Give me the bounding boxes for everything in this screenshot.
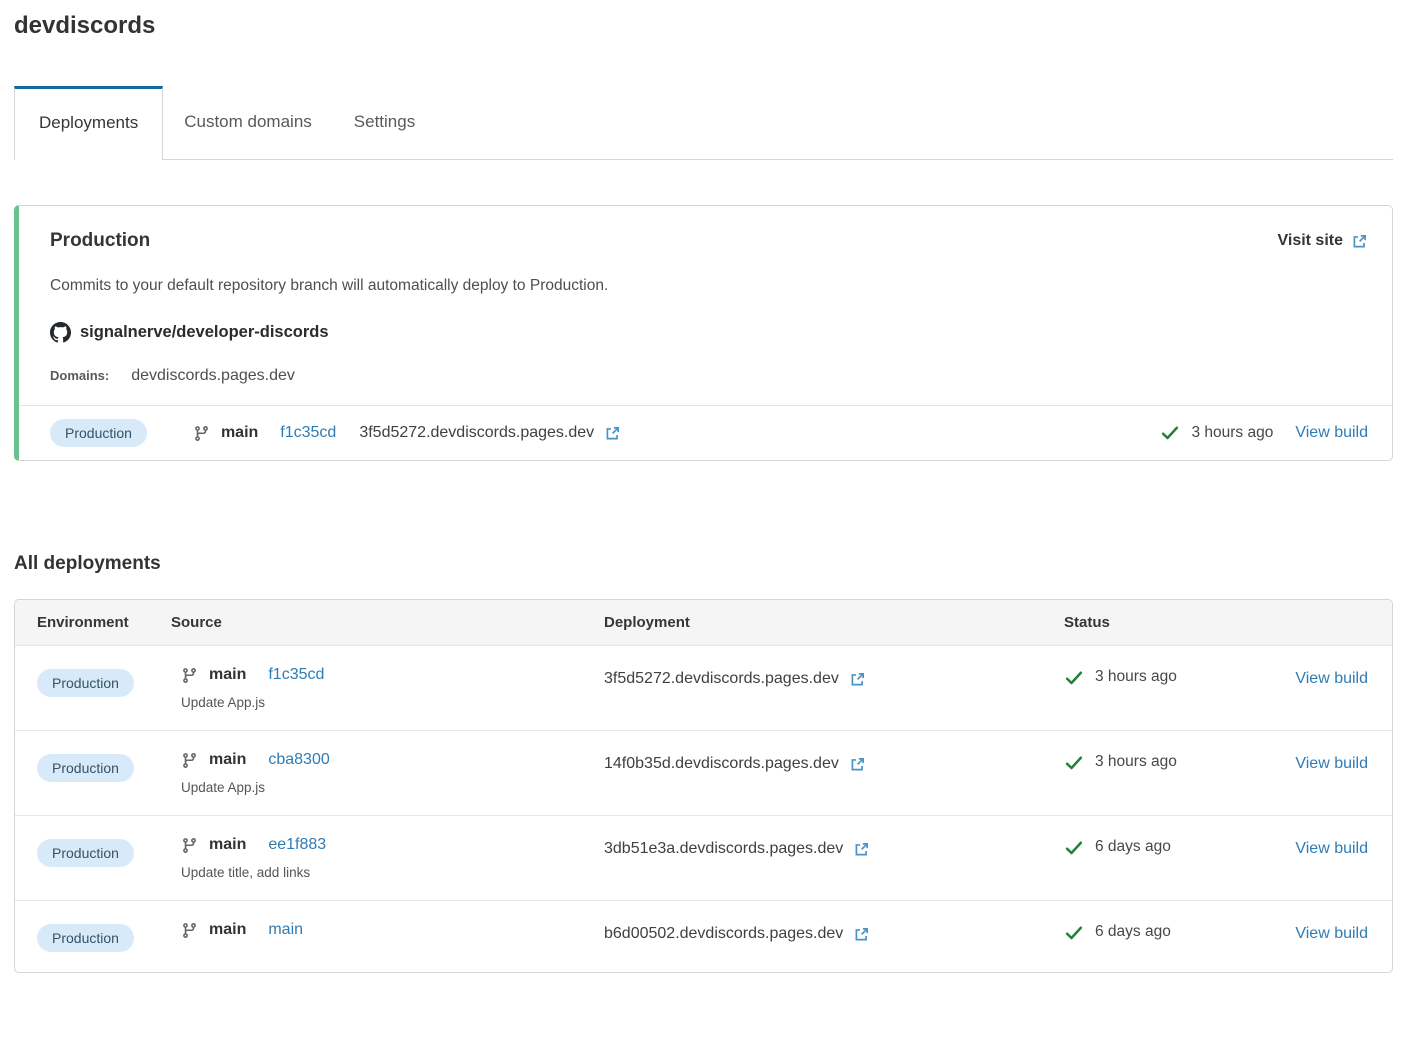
- deployments-table-body: Production main f1c35cd Update App.js 3f…: [15, 646, 1392, 972]
- pages-project-page: devdiscords Deployments Custom domains S…: [0, 0, 1413, 973]
- deployment-url-link[interactable]: b6d00502.devdiscords.pages.dev: [604, 925, 843, 943]
- domains-label: Domains:: [50, 368, 109, 383]
- view-build-link[interactable]: View build: [1295, 925, 1368, 942]
- deployments-table: Environment Source Deployment Status Pro…: [14, 599, 1393, 973]
- view-build-link[interactable]: View build: [1295, 840, 1368, 857]
- external-link-icon: [853, 841, 870, 858]
- visit-site-label: Visit site: [1277, 232, 1343, 250]
- tab-custom-domains[interactable]: Custom domains: [163, 86, 333, 159]
- check-icon: [1064, 668, 1084, 688]
- git-branch-icon: [181, 837, 198, 854]
- check-icon: [1064, 923, 1084, 943]
- git-branch-icon: [193, 425, 210, 442]
- deployment-url-link[interactable]: 14f0b35d.devdiscords.pages.dev: [604, 755, 839, 773]
- external-link-icon: [849, 756, 866, 773]
- commit-message: Update title, add links: [181, 865, 604, 880]
- external-link-icon: [849, 671, 866, 688]
- commit-link[interactable]: main: [268, 921, 303, 939]
- status-time: 6 days ago: [1095, 838, 1171, 856]
- environment-badge: Production: [37, 924, 134, 952]
- column-header-status: Status: [1064, 614, 1271, 631]
- external-link-icon: [604, 425, 621, 442]
- production-description: Commits to your default repository branc…: [50, 277, 1368, 295]
- branch-name: main: [209, 921, 246, 939]
- status-time: 3 hours ago: [1095, 753, 1177, 771]
- status-time: 3 hours ago: [1095, 668, 1177, 686]
- production-card: Production Visit site Commits to your de…: [14, 205, 1393, 461]
- visit-site-link[interactable]: Visit site: [1277, 232, 1368, 250]
- check-icon: [1160, 423, 1180, 443]
- view-build-link[interactable]: View build: [1295, 424, 1368, 442]
- production-card-title: Production: [50, 230, 150, 252]
- environment-badge: Production: [37, 754, 134, 782]
- table-row: Production main cba8300 Update App.js 14…: [15, 731, 1392, 816]
- github-icon: [50, 322, 71, 343]
- environment-badge: Production: [37, 669, 134, 697]
- column-header-action: [1271, 614, 1368, 631]
- commit-link[interactable]: f1c35cd: [268, 666, 324, 684]
- tab-deployments[interactable]: Deployments: [14, 86, 163, 160]
- production-deployment-row: Production main f1c35cd 3f5d5272.devdisc…: [19, 405, 1392, 460]
- all-deployments-heading: All deployments: [14, 553, 1393, 575]
- commit-message: Update App.js: [181, 780, 604, 795]
- external-link-icon: [1351, 233, 1368, 250]
- page-title: devdiscords: [14, 10, 1393, 40]
- status-time: 6 days ago: [1095, 923, 1171, 941]
- branch-name: main: [209, 836, 246, 854]
- check-icon: [1064, 753, 1084, 773]
- tab-bar: Deployments Custom domains Settings: [14, 86, 1393, 160]
- branch-name: main: [209, 666, 246, 684]
- table-row: Production main ee1f883 Update title, ad…: [15, 816, 1392, 901]
- branch-name: main: [209, 751, 246, 769]
- commit-link[interactable]: f1c35cd: [280, 424, 336, 442]
- check-icon: [1064, 838, 1084, 858]
- deployment-url-link[interactable]: 3f5d5272.devdiscords.pages.dev: [604, 670, 839, 688]
- git-branch-icon: [181, 667, 198, 684]
- column-header-source: Source: [171, 614, 604, 631]
- commit-link[interactable]: ee1f883: [268, 836, 326, 854]
- column-header-environment: Environment: [37, 614, 171, 631]
- repo-link[interactable]: signalnerve/developer-discords: [80, 323, 329, 342]
- git-branch-icon: [181, 922, 198, 939]
- branch-name: main: [221, 424, 258, 442]
- external-link-icon: [853, 926, 870, 943]
- tab-settings[interactable]: Settings: [333, 86, 436, 159]
- commit-message: Update App.js: [181, 695, 604, 710]
- table-row: Production main f1c35cd Update App.js 3f…: [15, 646, 1392, 731]
- table-row: Production main main b6d00502.devdiscord…: [15, 901, 1392, 972]
- environment-badge: Production: [37, 839, 134, 867]
- git-branch-icon: [181, 752, 198, 769]
- column-header-deployment: Deployment: [604, 614, 1064, 631]
- table-header-row: Environment Source Deployment Status: [15, 600, 1392, 646]
- deployment-url-link[interactable]: 3f5d5272.devdiscords.pages.dev: [359, 424, 594, 442]
- domains-value: devdiscords.pages.dev: [131, 367, 295, 385]
- status-time: 3 hours ago: [1191, 424, 1273, 442]
- commit-link[interactable]: cba8300: [268, 751, 329, 769]
- environment-badge: Production: [50, 419, 147, 447]
- deployment-url-link[interactable]: 3db51e3a.devdiscords.pages.dev: [604, 840, 843, 858]
- view-build-link[interactable]: View build: [1295, 755, 1368, 772]
- view-build-link[interactable]: View build: [1295, 670, 1368, 687]
